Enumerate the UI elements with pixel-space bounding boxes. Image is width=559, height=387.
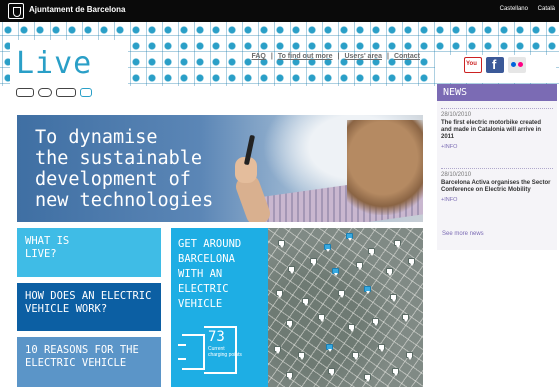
map-pin[interactable] xyxy=(352,352,359,360)
news-date: 28/10/2010 xyxy=(441,172,472,178)
map-pin[interactable] xyxy=(286,372,293,380)
city-crest-icon[interactable] xyxy=(8,3,24,19)
map-pin[interactable] xyxy=(356,262,363,270)
lang-castellano[interactable]: Castellano xyxy=(500,6,528,12)
youtube-icon[interactable] xyxy=(464,57,482,73)
map-pin[interactable] xyxy=(286,320,293,328)
car-icon xyxy=(16,88,34,97)
map-pin[interactable] xyxy=(364,374,371,382)
vehicle-icons xyxy=(16,88,116,100)
map-pin[interactable] xyxy=(302,298,309,306)
tile-10-reasons[interactable]: 10 REASONS FOR THE ELECTRIC VEHICLE xyxy=(17,337,161,387)
map-pin[interactable] xyxy=(386,268,393,276)
map-pin[interactable] xyxy=(338,290,345,298)
map-pin[interactable] xyxy=(368,248,375,256)
social-links xyxy=(435,55,556,83)
city-name[interactable]: Ajuntament de Barcelona xyxy=(29,5,125,14)
flickr-icon[interactable] xyxy=(508,57,526,73)
logo-text: Live xyxy=(16,46,93,81)
lang-catala[interactable]: Català xyxy=(538,6,555,12)
charging-map[interactable] xyxy=(268,228,423,387)
get-around-tile[interactable]: GET AROUND BARCELONA WITH AN ELECTRIC VE… xyxy=(171,228,268,387)
nav-users-area[interactable]: Users' area xyxy=(344,53,381,60)
news-more-link[interactable]: +INFO xyxy=(441,144,553,150)
map-pin[interactable] xyxy=(378,344,385,352)
see-more-news-link[interactable]: See more news xyxy=(442,231,484,237)
nav-contact[interactable]: Contact xyxy=(394,53,420,60)
charging-points-counter: 73 Current charging points xyxy=(178,325,242,375)
news-heading: NEWS xyxy=(437,84,557,101)
language-switcher: Castellano Català xyxy=(492,6,555,12)
plug-icon xyxy=(80,88,92,97)
site-logo[interactable]: Live xyxy=(10,40,128,106)
news-title[interactable]: The first electric motorbike created and… xyxy=(441,120,553,141)
hero-person xyxy=(347,120,423,215)
news-item[interactable]: 28/10/2010 Barcelona Activa organises th… xyxy=(441,168,553,203)
map-pin[interactable] xyxy=(326,344,333,352)
nav-separator: | xyxy=(337,53,340,60)
map-pin[interactable] xyxy=(408,258,415,266)
map-pin[interactable] xyxy=(406,352,413,360)
nav-faq[interactable]: FAQ xyxy=(251,53,265,60)
map-pin[interactable] xyxy=(278,240,285,248)
hero-banner[interactable]: To dynamise the sustainable development … xyxy=(17,115,423,222)
top-navigation: FAQ | To find out more | Users' area | Contact xyxy=(130,53,420,64)
map-pin[interactable] xyxy=(402,314,409,322)
nav-separator: | xyxy=(270,53,273,60)
map-pin[interactable] xyxy=(324,244,331,252)
news-more-link[interactable]: +INFO xyxy=(441,197,553,203)
charging-points-count: 73 xyxy=(208,329,225,345)
facebook-icon[interactable] xyxy=(486,57,504,73)
map-pin[interactable] xyxy=(390,294,397,302)
van-icon xyxy=(56,88,76,97)
scooter-icon xyxy=(38,88,52,97)
top-bar: Ajuntament de Barcelona Castellano Catal… xyxy=(0,0,559,22)
news-date: 28/10/2010 xyxy=(441,112,472,118)
map-pin[interactable] xyxy=(346,233,353,241)
hero-title: To dynamise the sustainable development … xyxy=(35,127,214,211)
map-pin[interactable] xyxy=(394,240,401,248)
map-pin[interactable] xyxy=(392,368,399,376)
charging-points-label: Current charging points xyxy=(208,346,242,358)
nav-separator: | xyxy=(386,53,389,60)
nav-find-out-more[interactable]: To find out more xyxy=(278,53,333,60)
news-title[interactable]: Barcelona Activa organises the Sector Co… xyxy=(441,180,553,194)
map-pin[interactable] xyxy=(364,286,371,294)
map-pin[interactable] xyxy=(372,318,379,326)
map-pin[interactable] xyxy=(328,368,335,376)
map-pin[interactable] xyxy=(298,352,305,360)
map-pin[interactable] xyxy=(332,268,339,276)
news-panel: NEWS 28/10/2010 The first electric motor… xyxy=(437,84,557,250)
map-pin[interactable] xyxy=(348,324,355,332)
tile-what-is-live[interactable]: WHAT IS LIVE? xyxy=(17,228,161,277)
news-item[interactable]: 28/10/2010 The first electric motorbike … xyxy=(441,108,553,150)
map-pin[interactable] xyxy=(318,314,325,322)
tile-how-does-ev-work[interactable]: HOW DOES AN ELECTRIC VEHICLE WORK? xyxy=(17,283,161,331)
map-pin[interactable] xyxy=(276,290,283,298)
get-around-title: GET AROUND BARCELONA WITH AN ELECTRIC VE… xyxy=(178,238,242,310)
map-pin[interactable] xyxy=(310,258,317,266)
map-pin[interactable] xyxy=(288,266,295,274)
news-divider xyxy=(441,168,553,170)
news-divider xyxy=(441,108,553,110)
map-pin[interactable] xyxy=(274,346,281,354)
